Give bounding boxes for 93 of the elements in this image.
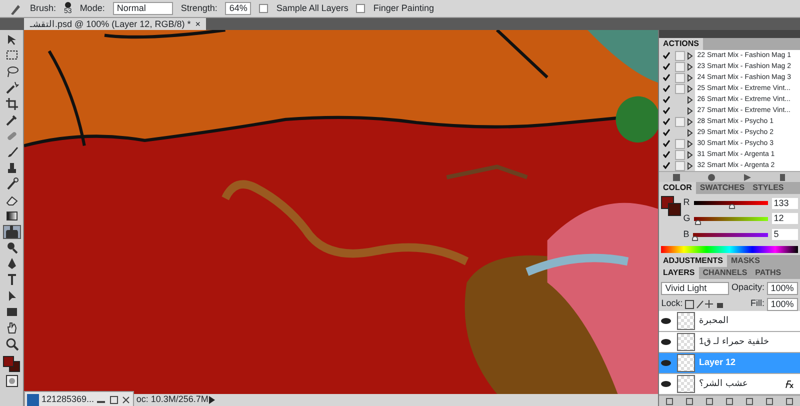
action-checkbox[interactable]: [661, 138, 671, 148]
taskbar-title: 121285369...: [42, 393, 94, 406]
layer-row[interactable]: المحبرة: [659, 311, 800, 332]
layer-thumbnail: [677, 312, 695, 330]
dialog-toggle[interactable]: [675, 62, 685, 72]
document-size: oc: 10.3M/256.7M: [136, 393, 208, 406]
color-swatch-icon[interactable]: [661, 196, 682, 216]
layer-name: عشب الشر؟: [699, 377, 749, 390]
brush-label: Brush:: [30, 2, 56, 15]
action-checkbox[interactable]: [661, 62, 671, 72]
mode-label: Mode:: [80, 2, 105, 15]
dialog-toggle[interactable]: [675, 150, 685, 160]
action-checkbox[interactable]: [661, 128, 671, 138]
layer-name: خلفية حمراء لـ ق1: [699, 335, 771, 348]
dialog-toggle[interactable]: [675, 84, 685, 94]
strength-label: Strength:: [180, 2, 218, 15]
smudge-tool-button[interactable]: [2, 225, 20, 240]
channel-value-field[interactable]: 5: [772, 229, 798, 240]
slider-thumb[interactable]: [729, 204, 736, 209]
document-title: التقشـ.psd @ 100% (Layer 12, RGB/8) *: [30, 18, 191, 30]
smudge-icon: [4, 225, 18, 240]
fill-field[interactable]: 100%: [766, 298, 798, 310]
wand-icon: [4, 81, 18, 96]
history-icon: [4, 177, 18, 192]
mode-dropdown[interactable]: Normal: [112, 2, 173, 15]
action-checkbox[interactable]: [661, 116, 671, 126]
channel-label: R: [683, 196, 690, 210]
layer-name: المحبرة: [699, 314, 730, 328]
panel-tab[interactable]: SWATCHES: [696, 182, 749, 194]
lasso-icon: [4, 65, 18, 80]
close-button[interactable]: ×: [195, 18, 200, 30]
channel-label: B: [683, 228, 690, 241]
opacity-label: Opacity:: [731, 281, 764, 294]
restore-icon[interactable]: [108, 395, 119, 405]
checkbox[interactable]: [356, 4, 366, 13]
app-icon: [27, 394, 40, 406]
quick-mask-icon[interactable]: [6, 375, 18, 388]
brush-dot-icon[interactable]: [64, 2, 71, 8]
channel-label: G: [683, 212, 690, 225]
checkbox[interactable]: [259, 4, 268, 13]
action-checkbox[interactable]: [661, 94, 671, 104]
zoom-icon: [4, 337, 18, 352]
panel-tab[interactable]: LAYERS: [659, 267, 699, 279]
document-tab[interactable]: التقشـ.psd @ 100% (Layer 12, RGB/8) * ×: [24, 18, 206, 30]
stop-icon[interactable]: [673, 174, 680, 180]
action-checkbox[interactable]: [661, 160, 671, 170]
eye-icon[interactable]: [661, 318, 671, 324]
strength-field[interactable]: 64%: [225, 2, 252, 15]
close-icon[interactable]: [120, 395, 131, 405]
panel-tab[interactable]: PATHS: [751, 267, 786, 279]
checkbox-label: Finger Painting: [373, 2, 434, 15]
fill-label: Fill:: [750, 297, 764, 310]
crop-icon: [4, 97, 18, 112]
panel-tab[interactable]: ACTIONS: [659, 38, 703, 50]
dialog-toggle[interactable]: [675, 72, 685, 82]
channel-value-field[interactable]: 12: [772, 213, 798, 224]
blend-mode-dropdown[interactable]: Vivid Light: [661, 282, 730, 294]
action-checkbox[interactable]: [661, 72, 671, 82]
lock-options-icon[interactable]: [685, 299, 726, 309]
dialog-toggle[interactable]: [675, 50, 685, 60]
eye-icon[interactable]: [661, 339, 671, 345]
layer-thumbnail: [677, 354, 695, 372]
eye-icon[interactable]: [661, 381, 671, 387]
color-spectrum-bar[interactable]: [661, 246, 798, 253]
action-checkbox[interactable]: [661, 50, 671, 60]
gradient-icon: [4, 209, 18, 224]
panel-tab[interactable]: STYLES: [748, 182, 788, 194]
layer-name: Layer 12: [699, 356, 737, 370]
panel-tab[interactable]: MASKS: [727, 255, 764, 267]
action-checkbox[interactable]: [661, 84, 671, 94]
dialog-toggle[interactable]: [675, 116, 685, 126]
opacity-field[interactable]: 100%: [766, 282, 798, 294]
eyedropper-icon: [4, 113, 18, 128]
play-arrow-icon[interactable]: [208, 396, 216, 404]
layer-thumbnail: [677, 375, 695, 393]
dodge-icon: [4, 241, 18, 256]
slider-thumb[interactable]: [692, 236, 698, 240]
lock-label: Lock:: [661, 297, 683, 310]
taskbar-item[interactable]: 121285369...: [24, 391, 134, 406]
action-checkbox[interactable]: [661, 150, 671, 160]
panel-tab[interactable]: ADJUSTMENTS: [659, 255, 728, 267]
dialog-toggle[interactable]: [675, 138, 685, 148]
panel-tab[interactable]: CHANNELS: [698, 267, 752, 279]
action-checkbox[interactable]: [661, 106, 671, 116]
foreground-color-swatch[interactable]: [2, 356, 14, 366]
slider-thumb[interactable]: [694, 220, 701, 225]
dialog-toggle[interactable]: [675, 160, 685, 170]
record-icon[interactable]: [708, 174, 716, 180]
layer-thumbnail: [677, 333, 695, 351]
panel-tab[interactable]: COLOR: [659, 182, 696, 194]
checkbox-label: Sample All Layers: [276, 2, 348, 15]
channel-value-field[interactable]: 133: [772, 198, 798, 208]
hand-icon: [4, 321, 18, 336]
